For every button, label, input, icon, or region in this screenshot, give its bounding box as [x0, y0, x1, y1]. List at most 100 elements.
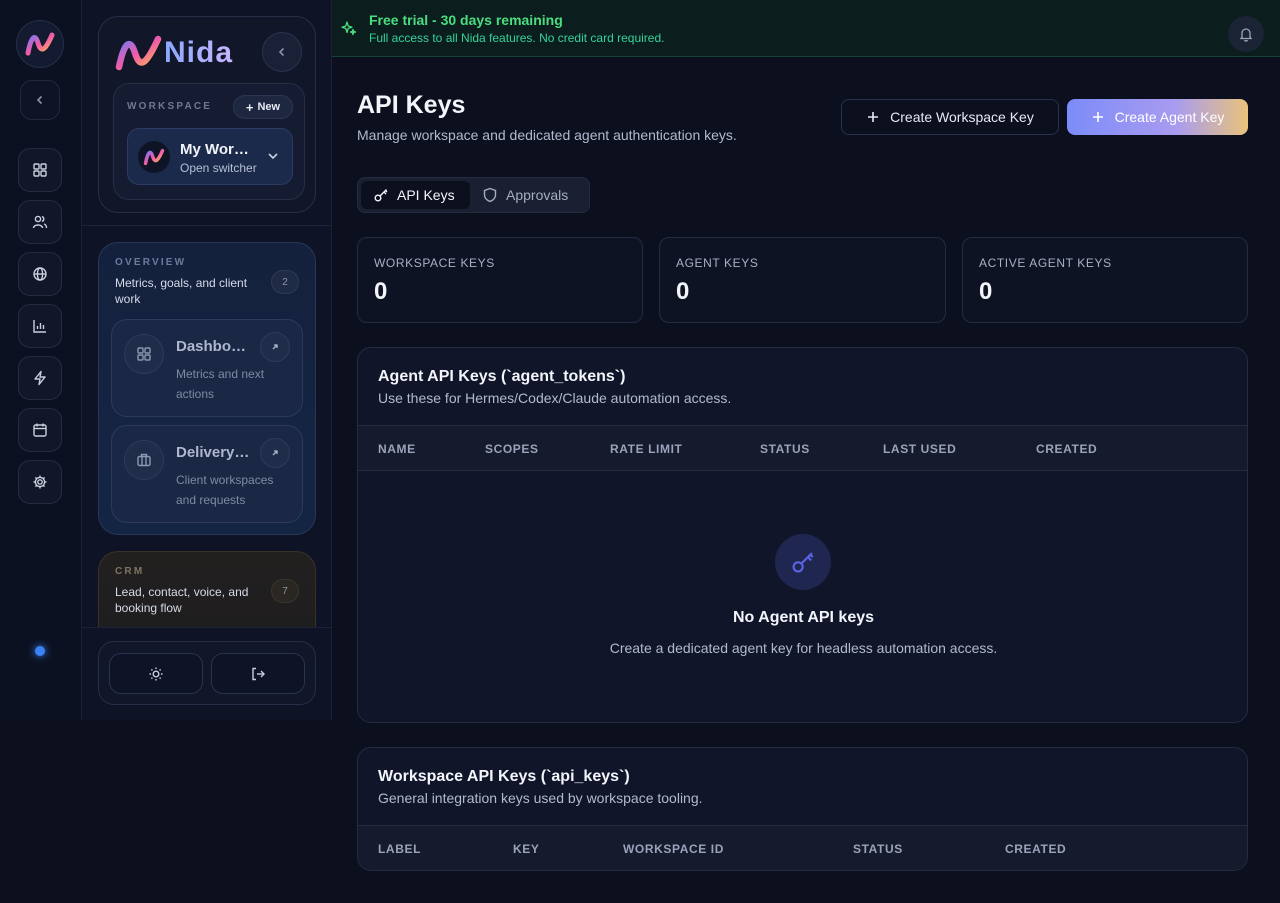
- column-header-created[interactable]: CREATED: [1005, 842, 1066, 856]
- table-header: NAME SCOPES RATE LIMIT STATUS LAST USED …: [358, 425, 1247, 471]
- stat-value: 0: [979, 278, 993, 305]
- plus-icon: [868, 112, 879, 122]
- icon-rail: [0, 0, 82, 720]
- app-logo[interactable]: [16, 20, 64, 68]
- create-agent-key-button[interactable]: Create Agent Key: [1067, 99, 1248, 135]
- column-header-rate-limit[interactable]: RATE LIMIT: [610, 442, 682, 456]
- panel-title: Workspace API Keys (`api_keys`): [378, 768, 630, 785]
- stat-label: WORKSPACE KEYS: [374, 256, 495, 270]
- nida-logo-icon: [25, 32, 55, 56]
- column-header-name[interactable]: NAME: [378, 442, 416, 456]
- sidebar-footer: [82, 627, 331, 720]
- workspace-keys-panel: Workspace API Keys (`api_keys`) General …: [357, 747, 1248, 871]
- workspace-switcher[interactable]: My Workspace Open switcher: [127, 128, 293, 185]
- column-header-scopes[interactable]: SCOPES: [485, 442, 539, 456]
- table-header: LABEL KEY WORKSPACE ID STATUS CREATED: [358, 825, 1247, 870]
- agent-keys-panel: Agent API Keys (`agent_tokens`) Use thes…: [357, 347, 1248, 723]
- stat-label: ACTIVE AGENT KEYS: [979, 256, 1112, 270]
- rail-dashboard-button[interactable]: [18, 148, 62, 192]
- column-header-status[interactable]: STATUS: [853, 842, 903, 856]
- stat-agent-keys: AGENT KEYS 0: [659, 237, 946, 323]
- page-subtitle: Manage workspace and dedicated agent aut…: [357, 127, 737, 143]
- sidebar: Nida WORKSPACE + New My Workspace Open s…: [82, 0, 332, 720]
- stat-active-agent-keys: ACTIVE AGENT KEYS 0: [962, 237, 1248, 323]
- brand-logo: Nida: [114, 33, 233, 73]
- stat-value: 0: [374, 278, 388, 305]
- open-item-button[interactable]: [260, 438, 290, 468]
- rail-calendar-button[interactable]: [18, 408, 62, 452]
- nida-logo-icon: [143, 148, 165, 166]
- collapse-rail-button[interactable]: [20, 80, 60, 120]
- rail-automation-button[interactable]: [18, 356, 62, 400]
- workspace-avatar: [138, 141, 170, 173]
- bell-icon: [1239, 28, 1253, 42]
- key-icon: [792, 552, 814, 573]
- column-header-status[interactable]: STATUS: [760, 442, 810, 456]
- nav-icon-wrap: [124, 440, 164, 480]
- rail-users-button[interactable]: [18, 200, 62, 244]
- sparkles-icon: [341, 21, 357, 36]
- tab-approvals[interactable]: Approvals: [470, 181, 588, 209]
- rail-settings-button[interactable]: [18, 460, 62, 504]
- tab-bar: API Keys Approvals: [357, 177, 590, 213]
- create-workspace-key-label: Create Workspace Key: [890, 109, 1034, 125]
- key-icon: [374, 189, 388, 202]
- workspace-box: WORKSPACE + New My Workspace Open switch…: [113, 83, 305, 200]
- sidebar-item-delivery-hub[interactable]: Delivery Hub Client workspaces and reque…: [111, 425, 303, 523]
- panel-title: Agent API Keys (`agent_tokens`): [378, 368, 626, 385]
- open-item-button[interactable]: [260, 332, 290, 362]
- group-count-badge: 2: [271, 270, 299, 294]
- empty-state-subtitle: Create a dedicated agent key for headles…: [609, 640, 998, 656]
- group-count-badge: 7: [271, 579, 299, 603]
- workspace-switcher-label: Open switcher: [180, 161, 257, 175]
- globe-icon: [33, 267, 47, 281]
- gear-icon: [33, 475, 47, 489]
- column-header-workspace-id[interactable]: WORKSPACE ID: [623, 842, 724, 856]
- tab-label: Approvals: [506, 187, 569, 203]
- nav-group-overview: OVERVIEW Metrics, goals, and client work…: [98, 242, 316, 535]
- sidebar-divider: [82, 225, 331, 226]
- column-header-created[interactable]: CREATED: [1036, 442, 1097, 456]
- page-title: API Keys: [357, 91, 466, 119]
- nav-icon-wrap: [124, 334, 164, 374]
- lightning-icon: [34, 370, 46, 386]
- banner-subtitle: Full access to all Nida features. No cre…: [369, 31, 665, 45]
- empty-state-title: No Agent API keys: [732, 609, 875, 626]
- banner-title: Free trial - 30 days remaining: [369, 12, 563, 28]
- briefcase-icon: [137, 453, 151, 467]
- new-workspace-label: New: [257, 101, 281, 113]
- rail-analytics-button[interactable]: [18, 304, 62, 348]
- trial-banner: Free trial - 30 days remaining Full acce…: [332, 0, 1280, 57]
- workspace-name: My Workspace: [180, 141, 254, 158]
- create-workspace-key-button[interactable]: Create Workspace Key: [841, 99, 1059, 135]
- create-agent-key-label: Create Agent Key: [1114, 109, 1225, 125]
- nav-item-subtitle: Metrics and next actions: [176, 367, 265, 401]
- chevron-down-icon: [268, 153, 278, 160]
- brand-name: Nida: [164, 36, 234, 69]
- bar-chart-icon: [33, 320, 46, 333]
- chevron-left-icon: [278, 47, 285, 57]
- column-header-key[interactable]: KEY: [513, 842, 539, 856]
- column-header-last-used[interactable]: LAST USED: [883, 442, 956, 456]
- collapse-sidebar-button[interactable]: [262, 32, 302, 72]
- dashboard-icon: [137, 347, 151, 361]
- group-label: OVERVIEW: [115, 257, 187, 268]
- calendar-icon: [33, 423, 47, 437]
- arrow-up-right-icon: [272, 450, 278, 456]
- logout-button[interactable]: [211, 653, 305, 694]
- rail-globe-button[interactable]: [18, 252, 62, 296]
- sidebar-item-dashboard[interactable]: Dashboard Metrics and next actions: [111, 319, 303, 417]
- group-description: Lead, contact, voice, and booking flow: [115, 585, 249, 615]
- new-workspace-button[interactable]: + New: [233, 95, 293, 119]
- arrow-up-right-icon: [272, 344, 278, 350]
- status-indicator-dot: [35, 646, 45, 656]
- stat-workspace-keys: WORKSPACE KEYS 0: [357, 237, 643, 323]
- dashboard-icon: [33, 163, 47, 177]
- tab-label: API Keys: [397, 187, 455, 203]
- footer-actions: [98, 641, 316, 705]
- logout-icon: [252, 667, 265, 680]
- notifications-button[interactable]: [1228, 16, 1264, 52]
- tab-api-keys[interactable]: API Keys: [361, 181, 470, 209]
- column-header-label[interactable]: LABEL: [378, 842, 421, 856]
- theme-toggle-button[interactable]: [109, 653, 203, 694]
